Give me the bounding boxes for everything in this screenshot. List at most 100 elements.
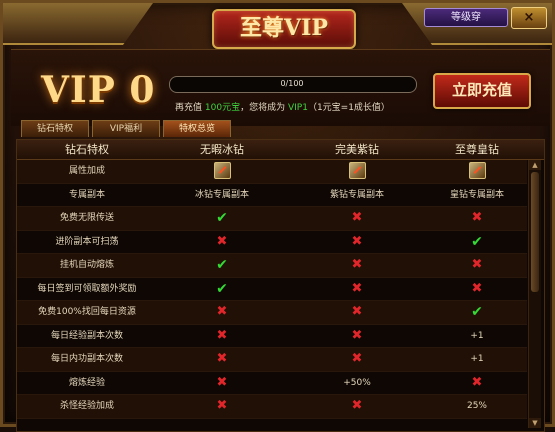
header-purple-diamond: 完美紫钻 [335, 143, 379, 156]
table-row: 杀怪经验加成 ✖ ✖ 25% [17, 395, 527, 419]
privilege-value: 冰钻专属副本 [194, 189, 249, 200]
privilege-cell: ✔ [427, 231, 527, 253]
attribute-bonus-icon[interactable] [213, 162, 231, 179]
table-row: 每日内功副本次数 ✖ ✖ +1 [17, 348, 527, 372]
cross-icon: ✖ [351, 257, 363, 272]
privilege-cell: ✖ [157, 301, 287, 323]
check-icon: ✔ [471, 304, 483, 320]
cross-icon: ✖ [216, 374, 228, 390]
privilege-value: 25% [466, 401, 487, 411]
header-ice-diamond: 无暇冰钻 [200, 143, 244, 156]
attribute-bonus-icon[interactable] [348, 162, 366, 179]
tab-privilege-overview[interactable]: 特权总览 [163, 120, 231, 137]
privilege-cell: ✖ [427, 254, 527, 276]
table-row: 专属副本 冰钻专属副本 紫钻专属副本 皇钻专属副本 [17, 184, 527, 207]
privilege-cell: ✖ [427, 278, 527, 300]
cross-icon: ✖ [351, 280, 363, 296]
header-imperial-diamond: 至尊皇钻 [455, 143, 499, 156]
cross-icon: ✖ [351, 327, 363, 343]
scroll-up-arrow-icon[interactable]: ▲ [529, 160, 541, 170]
privilege-cell: ✖ [287, 395, 427, 417]
table-header: 钻石特权 无暇冰钻 完美紫钻 至尊皇钻 [17, 140, 544, 160]
privilege-cell: ✔ [157, 278, 287, 300]
privilege-cell: ✖ [427, 207, 527, 229]
privilege-cell: ✖ [157, 231, 287, 253]
table-row: 熔炼经验 ✖ +50% ✖ [17, 372, 527, 395]
table-row: 每日签到可领取额外奖励 ✔ ✖ ✖ [17, 278, 527, 301]
recharge-info: 再充值 100元宝，您将成为 VIP1（1元宝=1成长值） [175, 100, 390, 113]
privilege-name: 属性加成 [68, 166, 105, 176]
check-icon: ✔ [471, 233, 483, 250]
privilege-name: 免费100%找回每日资源 [38, 307, 136, 317]
vip-level-display: VIP 0 [41, 69, 156, 111]
privilege-name: 免费无限传送 [59, 213, 114, 223]
level-button[interactable]: 等级穿 [424, 8, 508, 27]
left-ornament [3, 3, 153, 45]
table-row: 进阶副本可扫荡 ✖ ✖ ✔ [17, 231, 527, 254]
cross-icon: ✖ [351, 398, 363, 413]
table-row: 免费100%找回每日资源 ✖ ✖ ✔ [17, 301, 527, 325]
privilege-cell: ✖ [157, 395, 287, 417]
cross-icon: ✖ [351, 351, 363, 366]
privilege-cell: ✖ [287, 278, 427, 300]
table-body: 属性加成 专属副本 冰钻专属副本 紫钻专属副本 皇钻专属副本 免费无限传送 ✔ ✖ ✖ 进阶副本可… [17, 160, 527, 419]
privilege-cell: ✖ [427, 372, 527, 394]
cross-icon: ✖ [471, 374, 483, 390]
header-privilege: 钻石特权 [65, 143, 109, 156]
privilege-cell: ✖ [287, 325, 427, 347]
scrollbar[interactable]: ▲ ▼ [528, 160, 541, 428]
window-title: 至尊VIP [212, 9, 356, 49]
vip-window: 至尊VIP 等级穿 × VIP 0 0/100 再充值 100元宝，您将成为 V… [0, 0, 555, 432]
privilege-name: 专属副本 [68, 189, 105, 200]
privilege-cell: ✖ [287, 207, 427, 229]
privilege-value: 皇钻专属副本 [449, 189, 504, 200]
tab-diamond-privileges[interactable]: 钻石特权 [21, 120, 89, 137]
cross-icon: ✖ [471, 280, 483, 296]
cross-icon: ✖ [351, 304, 363, 319]
cross-icon: ✖ [471, 257, 483, 272]
privilege-cell: ✔ [157, 207, 287, 229]
privilege-value: +1 [470, 330, 484, 341]
cross-icon: ✖ [216, 304, 228, 319]
privilege-name: 每日内功副本次数 [50, 354, 123, 364]
privilege-cell: ✖ [287, 301, 427, 323]
privilege-cell: ✖ [287, 254, 427, 276]
scroll-thumb[interactable] [531, 172, 539, 292]
cross-icon: ✖ [471, 210, 483, 225]
cross-icon: ✖ [216, 327, 228, 343]
recharge-info-mid: ，您将成为 [240, 103, 286, 113]
recharge-info-prefix: 再充值 [175, 103, 203, 113]
privilege-cell [157, 160, 287, 182]
recharge-info-suffix: （1元宝=1成长值） [307, 103, 390, 113]
privilege-cell: ✖ [157, 348, 287, 370]
privilege-cell [427, 160, 527, 182]
privilege-name: 杀怪经验加成 [59, 401, 114, 411]
table-row: 挂机自动熔炼 ✔ ✖ ✖ [17, 254, 527, 278]
privilege-value: +1 [470, 354, 484, 364]
attribute-bonus-icon[interactable] [468, 162, 486, 179]
cross-icon: ✖ [216, 398, 228, 413]
recharge-amount: 100元宝 [204, 103, 241, 113]
cross-icon: ✖ [351, 233, 363, 249]
tab-vip-welfare[interactable]: VIP福利 [92, 120, 160, 137]
table-row: 属性加成 [17, 160, 527, 184]
check-icon: ✔ [216, 257, 228, 273]
privilege-table: 钻石特权 无暇冰钻 完美紫钻 至尊皇钻 属性加成专属副本 冰钻专属副本 紫钻专属副本… [16, 139, 545, 432]
privilege-cell [287, 160, 427, 182]
privilege-cell: ✖ [287, 231, 427, 253]
check-icon: ✔ [216, 210, 228, 226]
privilege-value: 紫钻专属副本 [329, 189, 384, 200]
vip-progress-text: 0/100 [280, 79, 304, 88]
privilege-name: 每日经验副本次数 [50, 330, 123, 341]
privilege-name: 每日签到可领取额外奖励 [37, 283, 137, 294]
check-icon: ✔ [216, 280, 228, 297]
recharge-button[interactable]: 立即充值 [433, 73, 531, 109]
cross-icon: ✖ [216, 351, 228, 366]
privilege-cell: ✖ [157, 372, 287, 394]
close-button[interactable]: × [511, 7, 547, 29]
privilege-name: 挂机自动熔炼 [59, 260, 114, 270]
privilege-cell: ✖ [157, 325, 287, 347]
table-row: 每日经验副本次数 ✖ ✖ +1 [17, 325, 527, 348]
privilege-value: +50% [343, 377, 371, 388]
privilege-cell: ✖ [287, 348, 427, 370]
